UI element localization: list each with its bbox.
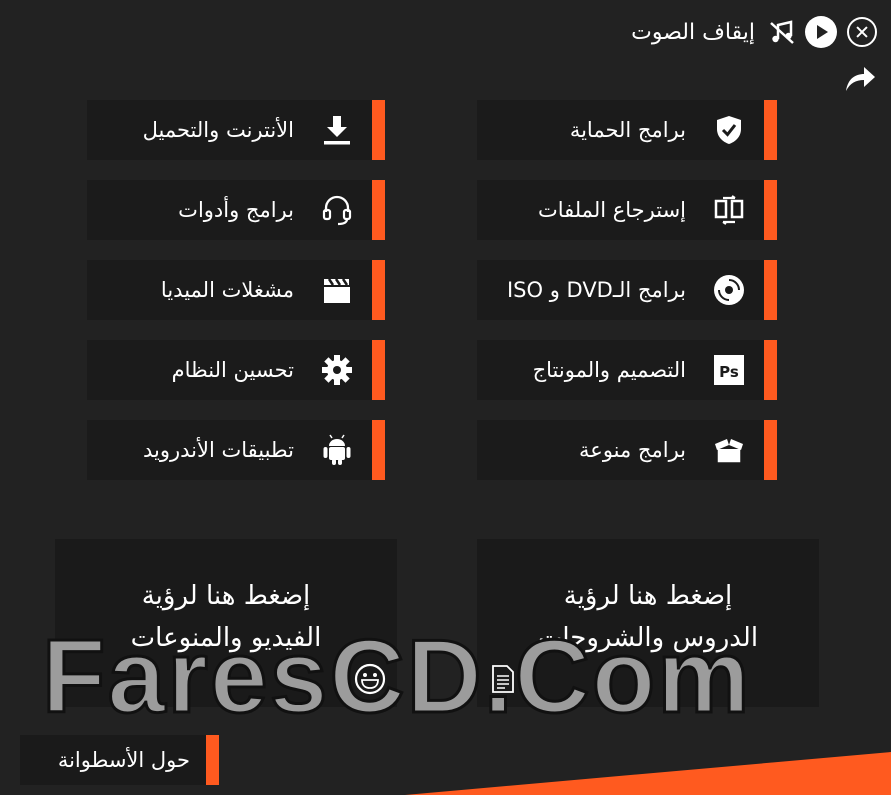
accent-bar	[764, 180, 777, 240]
file-recovery-icon	[712, 193, 746, 227]
tile-label: الأنترنت والتحميل	[142, 118, 294, 142]
tile-label: تطبيقات الأندرويد	[142, 438, 294, 462]
tile-label: برامج وأدوات	[178, 198, 294, 222]
tile-android-apps[interactable]: تطبيقات الأندرويد	[87, 420, 385, 480]
tile-internet-download[interactable]: الأنترنت والتحميل	[87, 100, 385, 160]
accent-bar	[206, 735, 219, 785]
about-label: حول الأسطوانة	[57, 748, 190, 772]
tile-misc[interactable]: برامج منوعة	[477, 420, 777, 480]
tile-label: إسترجاع الملفات	[537, 198, 686, 222]
accent-bar	[764, 340, 777, 400]
tile-label: التصميم والمونتاج	[532, 358, 686, 382]
accent-bar	[372, 420, 385, 480]
tile-label: برامج الحماية	[569, 118, 686, 142]
download-icon	[320, 113, 354, 147]
accent-bar	[372, 180, 385, 240]
accent-bar	[764, 260, 777, 320]
photoshop-icon: Ps	[712, 353, 746, 387]
tile-dvd-iso[interactable]: برامج الـDVD و ISO	[477, 260, 777, 320]
tile-security[interactable]: برامج الحماية	[477, 100, 777, 160]
stop-sound-label[interactable]: إيقاف الصوت	[631, 20, 755, 45]
gear-icon	[320, 353, 354, 387]
accent-bar	[372, 100, 385, 160]
top-bar: إيقاف الصوت	[631, 14, 877, 50]
tile-label: مشغلات الميديا	[160, 278, 294, 302]
headset-icon	[320, 193, 354, 227]
tile-file-recovery[interactable]: إسترجاع الملفات	[477, 180, 777, 240]
watermark: FaresCD.Com	[41, 618, 752, 737]
svg-text:Ps: Ps	[719, 363, 739, 381]
shield-check-icon	[712, 113, 746, 147]
tile-label: برامج منوعة	[579, 438, 686, 462]
tile-label: تحسين النظام	[171, 358, 294, 382]
accent-bar	[764, 100, 777, 160]
accent-bar	[372, 260, 385, 320]
clapperboard-icon	[320, 273, 354, 307]
tile-label: برامج الـDVD و ISO	[506, 278, 686, 302]
videos-line1: إضغط هنا لرؤية	[141, 581, 311, 611]
android-icon	[320, 433, 354, 467]
open-box-icon	[712, 433, 746, 467]
about-disc-button[interactable]: حول الأسطوانة	[20, 735, 219, 785]
music-off-icon[interactable]	[769, 19, 795, 45]
tile-system-optimize[interactable]: تحسين النظام	[87, 340, 385, 400]
tile-tools[interactable]: برامج وأدوات	[87, 180, 385, 240]
tile-design[interactable]: Ps التصميم والمونتاج	[477, 340, 777, 400]
close-icon[interactable]	[847, 17, 877, 47]
share-icon[interactable]	[843, 64, 877, 94]
play-icon[interactable]	[805, 16, 837, 48]
disc-icon	[712, 273, 746, 307]
accent-bar	[372, 340, 385, 400]
lessons-line1: إضغط هنا لرؤية	[563, 581, 733, 611]
tile-media-players[interactable]: مشغلات الميديا	[87, 260, 385, 320]
accent-bar	[764, 420, 777, 480]
